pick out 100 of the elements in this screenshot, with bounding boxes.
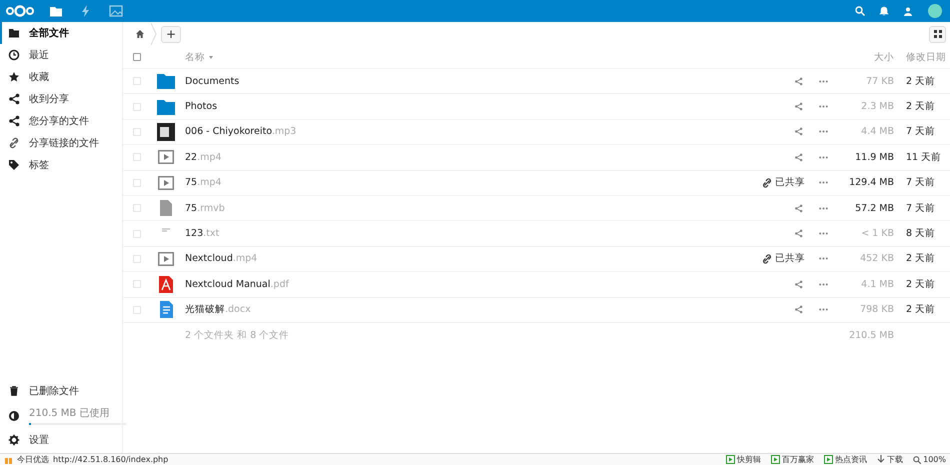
checkbox[interactable] — [133, 53, 141, 61]
pdf-icon — [159, 276, 173, 293]
clock-icon — [8, 49, 20, 61]
share-icon — [794, 204, 803, 213]
more-button[interactable] — [817, 179, 830, 186]
modified-date: 2 天前 — [905, 303, 936, 316]
folder-icon — [8, 27, 20, 39]
video-icon — [158, 150, 174, 164]
file-name[interactable]: Nextcloud.mp4 — [185, 253, 258, 264]
share-button[interactable] — [792, 74, 805, 88]
home-icon — [135, 29, 145, 39]
sidebar-item[interactable]: 收藏 — [0, 66, 122, 88]
file-name[interactable]: 光猫破解.docx — [185, 303, 251, 316]
file-name[interactable]: Photos — [185, 101, 218, 112]
share-button[interactable] — [792, 303, 805, 316]
share-button[interactable] — [792, 278, 805, 291]
more-icon — [819, 282, 828, 286]
more-icon — [819, 130, 828, 134]
folder-icon — [157, 73, 175, 90]
chevron-icon — [151, 23, 157, 45]
sidebar-item[interactable]: 分享链接的文件 — [0, 132, 122, 154]
star-icon — [8, 71, 20, 83]
share-button[interactable] — [792, 125, 805, 138]
modified-date: 7 天前 — [905, 125, 936, 138]
folder-icon — [49, 4, 63, 18]
text-file-icon — [162, 228, 170, 232]
share-icon — [794, 102, 803, 112]
sidebar-item[interactable]: 最近 — [0, 44, 122, 66]
sidebar-item[interactable]: 您分享的文件 — [0, 110, 122, 132]
more-button[interactable] — [817, 230, 830, 238]
share-icon — [794, 305, 803, 314]
share-icon — [794, 229, 803, 238]
avatar[interactable] — [928, 4, 942, 18]
status-text: http://42.51.8.160/index.php — [53, 455, 168, 464]
modified-date: 11 天前 — [905, 150, 942, 164]
file-name[interactable]: Documents — [185, 76, 240, 87]
photo-placeholder — [157, 122, 175, 141]
share-button[interactable] — [792, 150, 805, 164]
logo-icon — [5, 4, 35, 18]
gear-icon — [8, 434, 20, 446]
share-icon — [794, 127, 803, 136]
total-size: 210.5 MB — [848, 330, 894, 341]
file-size: 57.2 MB — [854, 202, 894, 214]
more-icon — [819, 257, 828, 260]
add-button[interactable]: + — [161, 26, 181, 42]
bell-icon — [879, 6, 889, 16]
status-text: 100% — [923, 455, 946, 464]
file-name[interactable]: 75.mp4 — [185, 177, 222, 188]
settings-button[interactable]: 设置 — [0, 429, 122, 451]
file-size: 129.4 MB — [848, 177, 894, 188]
file-size: < 1 KB — [860, 228, 894, 240]
status-text: 快剪辑 — [737, 454, 762, 465]
file-name[interactable]: 006 - Chiyokoreito.mp3 — [185, 126, 296, 138]
shared-link[interactable]: 已共享 — [762, 176, 805, 190]
file-name[interactable]: 123.txt — [185, 228, 220, 240]
tag-icon — [8, 159, 20, 171]
more-button[interactable] — [817, 128, 830, 136]
more-icon — [819, 206, 828, 210]
summary-text: 2 个文件夹 和 8 个文件 — [185, 328, 290, 342]
file-size: 2.3 MB — [860, 101, 894, 112]
file-name[interactable]: 75.rmvb — [185, 202, 225, 214]
trash-icon — [8, 385, 20, 397]
grid-view-button[interactable] — [929, 26, 946, 42]
image-icon — [109, 4, 123, 18]
file-name[interactable]: Nextcloud Manual.pdf — [185, 278, 289, 290]
shared-link[interactable]: 已共享 — [762, 252, 805, 266]
share-icon — [8, 93, 20, 105]
grid-icon — [934, 30, 942, 38]
file-icon — [160, 200, 172, 216]
sidebar-item[interactable]: 已删除文件 — [0, 380, 122, 402]
share-button[interactable] — [792, 100, 805, 114]
quota-text: 210.5 MB 已使用 — [29, 407, 110, 420]
sidebar-item[interactable]: 收到分享 — [0, 88, 122, 110]
more-button[interactable] — [817, 154, 830, 161]
search-icon — [913, 456, 922, 464]
status-text: 今日优选 — [17, 454, 49, 465]
file-name[interactable]: 22.mp4 — [185, 152, 222, 163]
more-button[interactable] — [817, 280, 830, 288]
more-button[interactable] — [817, 255, 830, 262]
file-size: 4.1 MB — [860, 278, 894, 290]
share-button[interactable] — [792, 227, 805, 240]
status-text: 下载 — [887, 454, 904, 465]
share-icon — [794, 280, 803, 289]
more-button[interactable] — [817, 78, 830, 85]
modified-date: 2 天前 — [905, 74, 936, 88]
share-icon — [8, 115, 20, 127]
search-icon — [855, 6, 865, 16]
file-size: 4.4 MB — [860, 126, 894, 138]
more-icon — [819, 232, 828, 236]
more-icon — [819, 156, 828, 159]
share-button[interactable] — [792, 202, 805, 215]
sidebar-item[interactable]: 全部文件 — [0, 22, 122, 44]
more-button[interactable] — [817, 306, 830, 314]
more-button[interactable] — [817, 103, 830, 110]
file-size: 798 KB — [859, 304, 894, 316]
link-icon — [762, 178, 772, 188]
link-icon — [8, 137, 20, 149]
more-button[interactable] — [817, 204, 830, 212]
more-icon — [819, 308, 828, 312]
sidebar-item[interactable]: 标签 — [0, 154, 122, 176]
